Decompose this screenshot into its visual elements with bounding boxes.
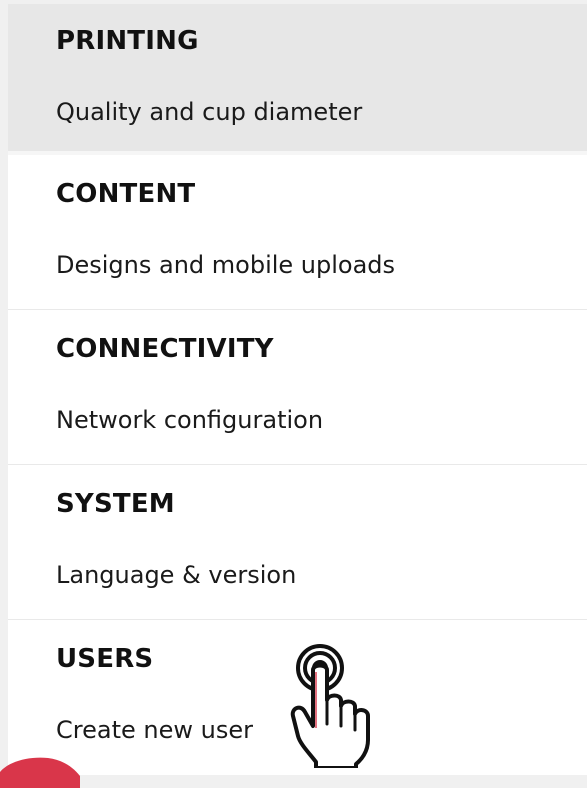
red-corner-shape-icon bbox=[0, 757, 80, 788]
menu-item-title: PRINTING bbox=[56, 26, 199, 56]
menu-item-subtitle: Language & version bbox=[56, 561, 297, 589]
menu-item-title: USERS bbox=[56, 644, 154, 674]
menu-item-subtitle: Create new user bbox=[56, 716, 253, 744]
menu-item-content[interactable]: CONTENT Designs and mobile uploads bbox=[8, 155, 587, 310]
menu-item-users[interactable]: USERS Create new user bbox=[8, 620, 587, 775]
menu-item-system[interactable]: SYSTEM Language & version bbox=[8, 465, 587, 620]
menu-item-title: CONNECTIVITY bbox=[56, 334, 274, 364]
menu-item-subtitle: Designs and mobile uploads bbox=[56, 251, 396, 279]
menu-item-connectivity[interactable]: CONNECTIVITY Network configuration bbox=[8, 310, 587, 465]
menu-item-subtitle: Network configuration bbox=[56, 406, 324, 434]
menu-item-title: CONTENT bbox=[56, 179, 196, 209]
menu-item-subtitle: Quality and cup diameter bbox=[56, 98, 363, 126]
settings-menu: PRINTING Quality and cup diameter CONTEN… bbox=[8, 4, 587, 775]
menu-item-title: SYSTEM bbox=[56, 489, 175, 519]
menu-item-printing[interactable]: PRINTING Quality and cup diameter bbox=[8, 4, 587, 155]
